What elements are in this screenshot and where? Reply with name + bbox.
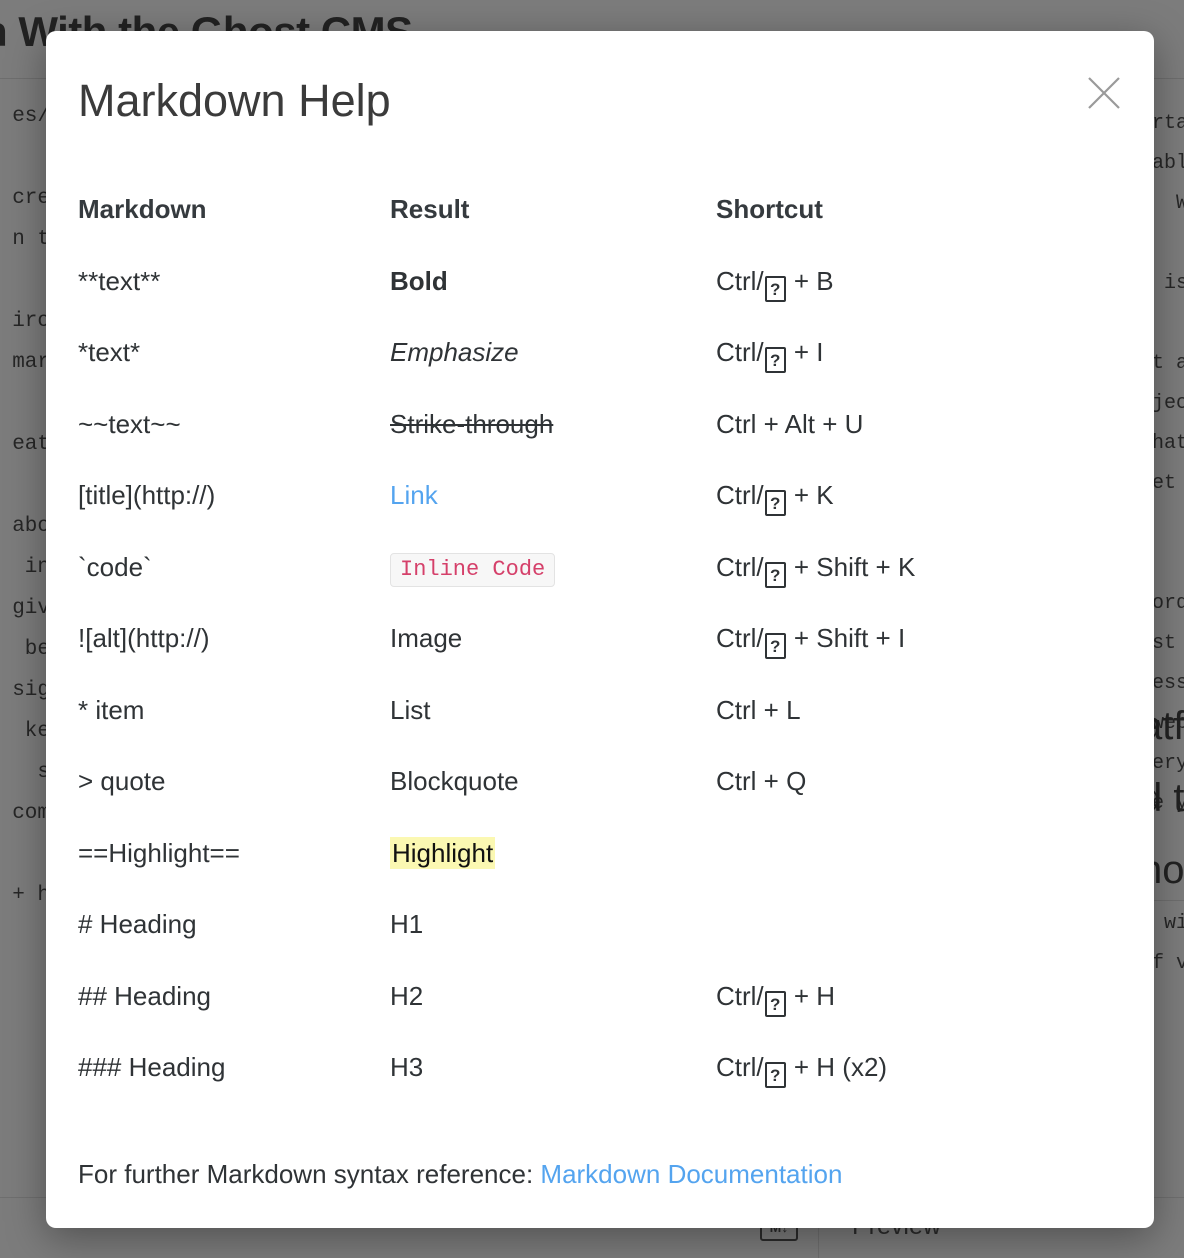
table-row: ## Heading H2 Ctrl/? + H (78, 978, 1124, 1050)
result-plain: List (390, 694, 431, 725)
shortcut-suffix: + H (786, 980, 836, 1011)
table-row: **text** Bold Ctrl/? + B (78, 263, 1124, 335)
shortcut-prefix: Ctrl/ (716, 337, 764, 367)
table-row: > quote Blockquote Ctrl + Q (78, 763, 1124, 835)
table-row: * item List Ctrl + L (78, 692, 1124, 764)
shortcut-cell: Ctrl/? + Shift + I (716, 620, 905, 659)
shortcut-suffix: + K (786, 480, 834, 510)
footnote: For further Markdown syntax reference: M… (78, 1159, 842, 1190)
markdown-syntax-cell: ### Heading (78, 1052, 226, 1082)
markdown-syntax-cell: ~~text~~ (78, 408, 181, 439)
shortcut-cell: Ctrl + L (716, 692, 801, 728)
markdown-syntax-cell: `code` (78, 551, 152, 582)
column-header-markdown: Markdown (78, 194, 207, 224)
shortcut-cell: Ctrl/? + Shift + K (716, 549, 915, 588)
shortcut-cell: Ctrl/? + K (716, 477, 834, 516)
shortcut-cell: Ctrl + Q (716, 763, 806, 799)
result-cell: Image (390, 620, 462, 656)
markdown-syntax-cell: **text** (78, 265, 161, 296)
table-row: # Heading H1 (78, 906, 1124, 978)
table-row: ### Heading H3 Ctrl/? + H (x2) (78, 1049, 1124, 1121)
result-highlight: Highlight (390, 836, 496, 869)
shortcut-prefix: Ctrl + L (716, 694, 801, 725)
table-row: ==Highlight== Highlight (78, 835, 1124, 907)
shortcut-cell: Ctrl/? + I (716, 334, 824, 373)
result-link[interactable]: Link (390, 480, 438, 510)
shortcut-cell: Ctrl/? + B (716, 263, 834, 302)
markdown-syntax-cell: *text* (78, 337, 141, 367)
result-cell: H2 (390, 978, 423, 1014)
table-header-row: Markdown Result Shortcut (78, 191, 1124, 263)
shortcut-suffix: + Shift + K (786, 551, 916, 582)
command-key-missing-glyph-icon: ? (764, 347, 786, 373)
result-cell: H1 (390, 906, 423, 942)
shortcut-suffix: + H (x2) (786, 1052, 888, 1082)
result-em: Emphasize (390, 337, 519, 367)
shortcut-suffix: + B (786, 265, 834, 296)
shortcut-prefix: Ctrl/ (716, 551, 764, 582)
command-key-missing-glyph-icon: ? (764, 561, 786, 588)
markdown-help-modal: Markdown Help Markdown Result Shortcut *… (46, 31, 1154, 1228)
result-cell: H3 (390, 1049, 423, 1085)
shortcut-prefix: Ctrl/ (716, 265, 764, 296)
shortcut-suffix: + I (786, 337, 824, 367)
table-row: ~~text~~ Strike-through Ctrl + Alt + U (78, 406, 1124, 478)
result-cell: Emphasize (390, 334, 519, 370)
command-key-missing-glyph-icon: ? (764, 490, 786, 516)
result-bold: Bold (390, 265, 448, 296)
result-cell: Blockquote (390, 763, 519, 799)
command-key-missing-glyph-icon: ? (764, 275, 786, 302)
result-cell: Link (390, 477, 438, 513)
markdown-syntax-cell: * item (78, 694, 145, 725)
close-button[interactable] (1082, 71, 1126, 115)
markdown-reference-table: Markdown Result Shortcut **text** Bold Ctr… (78, 191, 1124, 1121)
markdown-syntax-cell: > quote (78, 766, 166, 796)
table-row: *text* Emphasize Ctrl/? + I (78, 334, 1124, 406)
page-title: Markdown Help (78, 75, 391, 126)
shortcut-suffix: + Shift + I (786, 623, 906, 653)
shortcut-prefix: Ctrl/ (716, 480, 764, 510)
column-header-result: Result (390, 194, 470, 224)
table-row: `code` Inline Code Ctrl/? + Shift + K (78, 549, 1124, 621)
shortcut-cell: Ctrl/? + H (716, 978, 835, 1017)
result-cell: Inline Code (390, 549, 556, 588)
shortcut-cell: Ctrl/? + H (x2) (716, 1049, 887, 1088)
shortcut-cell: Ctrl + Alt + U (716, 406, 863, 442)
shortcut-prefix: Ctrl/ (716, 1052, 764, 1082)
command-key-missing-glyph-icon: ? (764, 1062, 786, 1088)
markdown-syntax-cell: ==Highlight== (78, 837, 240, 868)
markdown-syntax-cell: [title](http://) (78, 480, 216, 510)
result-cell: Strike-through (390, 406, 553, 442)
command-key-missing-glyph-icon: ? (764, 633, 786, 659)
command-key-missing-glyph-icon: ? (764, 990, 786, 1017)
table-row: [title](http://) Link Ctrl/? + K (78, 477, 1124, 549)
result-plain: Image (390, 623, 463, 653)
close-icon (1082, 71, 1126, 115)
markdown-syntax-cell: # Heading (78, 909, 197, 939)
markdown-documentation-link[interactable]: Markdown Documentation (540, 1159, 842, 1189)
result-cell: Bold (390, 263, 448, 299)
result-code: Inline Code (390, 552, 556, 587)
result-cell: Highlight (390, 835, 496, 871)
result-plain: Blockquote (390, 766, 519, 796)
table-row: ![alt](http://) Image Ctrl/? + Shift + I (78, 620, 1124, 692)
shortcut-prefix: Ctrl + Q (716, 766, 807, 796)
result-cell: List (390, 692, 430, 728)
shortcut-prefix: Ctrl/ (716, 623, 764, 653)
markdown-syntax-cell: ![alt](http://) (78, 623, 210, 653)
result-strike: Strike-through (390, 408, 554, 439)
footnote-text: For further Markdown syntax reference: (78, 1159, 541, 1189)
shortcut-prefix: Ctrl + Alt + U (716, 408, 864, 439)
shortcut-prefix: Ctrl/ (716, 980, 764, 1011)
markdown-syntax-cell: ## Heading (78, 980, 211, 1011)
column-header-shortcut: Shortcut (716, 194, 823, 224)
result-plain: H3 (390, 1052, 424, 1082)
result-plain: H2 (390, 980, 424, 1011)
result-plain: H1 (390, 909, 424, 939)
